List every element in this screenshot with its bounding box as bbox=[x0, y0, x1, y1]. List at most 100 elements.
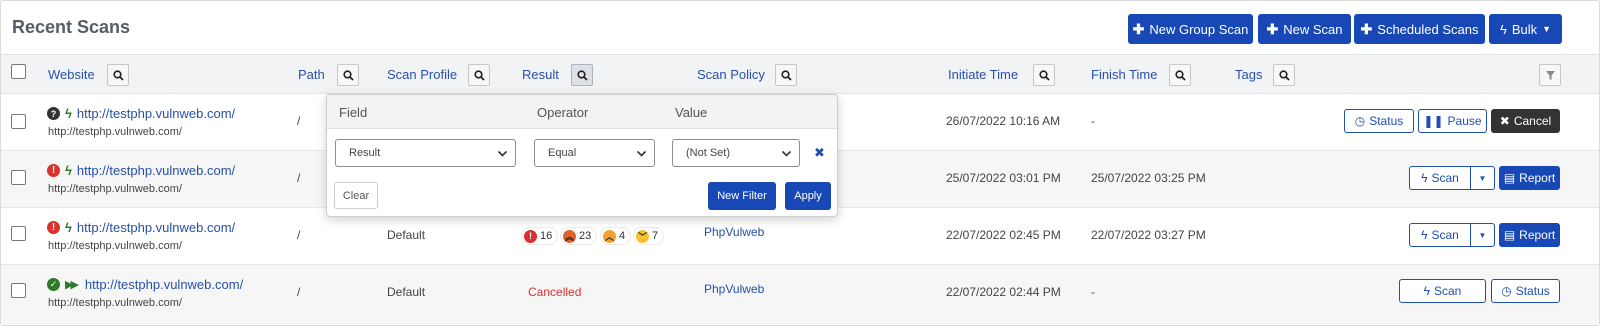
cancel-button[interactable]: ✖ Cancel bbox=[1491, 109, 1560, 133]
status-button[interactable]: ◷ Status bbox=[1344, 109, 1414, 133]
result-search-icon[interactable] bbox=[571, 64, 593, 86]
chevron-up-icon: ︿ bbox=[603, 229, 616, 243]
website-sub-url: http://testphp.vulnweb.com/ bbox=[48, 240, 182, 252]
finish-time-cell: - bbox=[1091, 114, 1095, 128]
finish-time-search-icon[interactable] bbox=[1169, 64, 1191, 86]
website-cell: ! ϟ http://testphp.vulnweb.com/ bbox=[47, 163, 235, 178]
report-label: Report bbox=[1519, 228, 1556, 242]
finish-time-cell: - bbox=[1091, 285, 1095, 299]
double-chevron-up-icon: ︽ bbox=[563, 229, 576, 243]
website-cell: ✓ ▶▶ http://testphp.vulnweb.com/ bbox=[47, 277, 243, 292]
scan-profile-search-icon[interactable] bbox=[468, 64, 490, 86]
low-count-badge: ﹀ 7 bbox=[633, 227, 665, 245]
initiate-time-search-icon[interactable] bbox=[1033, 64, 1055, 86]
filter-icon[interactable] bbox=[1539, 64, 1561, 86]
status-label: Status bbox=[1515, 284, 1550, 298]
caret-down-icon: ▼ bbox=[1542, 24, 1552, 34]
clock-icon: ◷ bbox=[1354, 114, 1366, 128]
operator-header: Operator bbox=[537, 105, 589, 120]
path-search-icon[interactable] bbox=[337, 64, 359, 86]
finish-time-cell: 25/07/2022 03:25 PM bbox=[1091, 171, 1206, 185]
scan-label: Scan bbox=[1431, 228, 1459, 242]
critical-count-badge: ! 16 bbox=[521, 227, 559, 245]
bolt-icon: ϟ bbox=[1499, 21, 1507, 37]
bolt-icon: ϟ bbox=[65, 220, 72, 235]
new-scan-button[interactable]: ✚ New Scan bbox=[1258, 14, 1351, 44]
initiate-time-cell: 22/07/2022 02:44 PM bbox=[946, 285, 1061, 299]
finish-time-cell: 22/07/2022 03:27 PM bbox=[1091, 228, 1206, 242]
report-button[interactable]: ▤ Report bbox=[1499, 223, 1560, 247]
website-link[interactable]: http://testphp.vulnweb.com/ bbox=[77, 106, 235, 121]
scan-policy-link[interactable]: PhpVulweb bbox=[704, 282, 764, 296]
clock-icon: ◷ bbox=[1501, 284, 1512, 298]
value-select[interactable]: (Not Set) bbox=[672, 139, 800, 167]
website-link[interactable]: http://testphp.vulnweb.com/ bbox=[77, 220, 235, 235]
column-scan-profile[interactable]: Scan Profile bbox=[387, 67, 457, 82]
row-checkbox[interactable] bbox=[11, 226, 26, 241]
scan-options-dropdown[interactable]: ▼ bbox=[1470, 223, 1495, 247]
pause-label: Pause bbox=[1447, 114, 1482, 128]
value-header: Value bbox=[675, 105, 708, 120]
document-icon: ▤ bbox=[1503, 228, 1516, 242]
plus-icon: ✚ bbox=[1266, 20, 1279, 37]
operator-select[interactable]: Equal bbox=[534, 139, 655, 167]
page-title: Recent Scans bbox=[12, 17, 131, 37]
row-checkbox[interactable] bbox=[11, 170, 26, 185]
scan-label: Scan bbox=[1434, 284, 1462, 298]
new-group-scan-label: New Group Scan bbox=[1149, 21, 1249, 37]
operator-select-value: Equal bbox=[548, 147, 577, 159]
path-cell: / bbox=[297, 228, 301, 242]
recent-scans-panel: Recent Scans ✚ New Group Scan ✚ New Scan… bbox=[0, 0, 1600, 326]
column-path[interactable]: Path bbox=[298, 67, 325, 82]
column-initiate-time[interactable]: Initiate Time bbox=[948, 67, 1018, 82]
scan-policy-search-icon[interactable] bbox=[775, 64, 797, 86]
field-header: Field bbox=[339, 105, 368, 120]
initiate-time-cell: 25/07/2022 03:01 PM bbox=[946, 171, 1061, 185]
website-link[interactable]: http://testphp.vulnweb.com/ bbox=[77, 163, 235, 178]
column-website[interactable]: Website bbox=[48, 67, 95, 82]
website-link[interactable]: http://testphp.vulnweb.com/ bbox=[85, 277, 243, 292]
exclamation-circle-icon: ! bbox=[47, 221, 60, 234]
path-cell: / bbox=[297, 171, 301, 185]
path-cell: / bbox=[297, 285, 301, 299]
scheduled-scans-button[interactable]: ✚ Scheduled Scans bbox=[1354, 14, 1485, 44]
column-result[interactable]: Result bbox=[522, 67, 559, 82]
row-checkbox[interactable] bbox=[11, 114, 26, 129]
website-sub-url: http://testphp.vulnweb.com/ bbox=[48, 297, 182, 309]
website-search-icon[interactable] bbox=[107, 64, 129, 86]
scan-button[interactable]: ϟ Scan bbox=[1409, 166, 1471, 190]
tags-search-icon[interactable] bbox=[1273, 64, 1295, 86]
pause-button[interactable]: ❚❚ Pause bbox=[1418, 109, 1487, 133]
report-button[interactable]: ▤ Report bbox=[1499, 166, 1560, 190]
row-checkbox[interactable] bbox=[11, 283, 26, 298]
status-button[interactable]: ◷ Status bbox=[1491, 279, 1560, 303]
bolt-icon: ϟ bbox=[1421, 171, 1428, 185]
field-select[interactable]: Result bbox=[335, 139, 516, 167]
website-sub-url: http://testphp.vulnweb.com/ bbox=[48, 183, 182, 195]
bolt-icon: ϟ bbox=[1421, 228, 1428, 242]
clear-button[interactable]: Clear bbox=[334, 182, 378, 209]
close-icon: ✖ bbox=[1499, 114, 1510, 128]
select-all-checkbox[interactable] bbox=[11, 64, 26, 79]
scan-policy-link[interactable]: PhpVulweb bbox=[704, 225, 764, 239]
critical-count: 16 bbox=[540, 230, 553, 242]
column-finish-time[interactable]: Finish Time bbox=[1091, 67, 1157, 82]
scan-button[interactable]: ϟ Scan bbox=[1409, 223, 1471, 247]
filter-popup-header: Field Operator Value bbox=[327, 95, 837, 129]
apply-button[interactable]: Apply bbox=[785, 182, 831, 210]
bulk-dropdown-button[interactable]: ϟ Bulk ▼ bbox=[1489, 14, 1562, 44]
scan-options-dropdown[interactable]: ▼ bbox=[1470, 166, 1495, 190]
column-tags[interactable]: Tags bbox=[1235, 67, 1262, 82]
panel-header: Recent Scans ✚ New Group Scan ✚ New Scan… bbox=[1, 1, 1599, 55]
path-cell: / bbox=[297, 114, 301, 128]
status-label: Status bbox=[1369, 114, 1404, 128]
new-group-scan-button[interactable]: ✚ New Group Scan bbox=[1128, 14, 1253, 44]
new-filter-button[interactable]: New Filter bbox=[708, 182, 776, 210]
remove-filter-icon[interactable]: ✖ bbox=[814, 145, 825, 161]
check-circle-icon: ✓ bbox=[47, 278, 60, 291]
chevron-down-icon: ﹀ bbox=[636, 229, 649, 243]
scan-button[interactable]: ϟ Scan bbox=[1399, 279, 1486, 303]
scan-label: Scan bbox=[1431, 171, 1459, 185]
column-scan-policy[interactable]: Scan Policy bbox=[697, 67, 765, 82]
plus-icon: ✚ bbox=[1132, 20, 1145, 37]
